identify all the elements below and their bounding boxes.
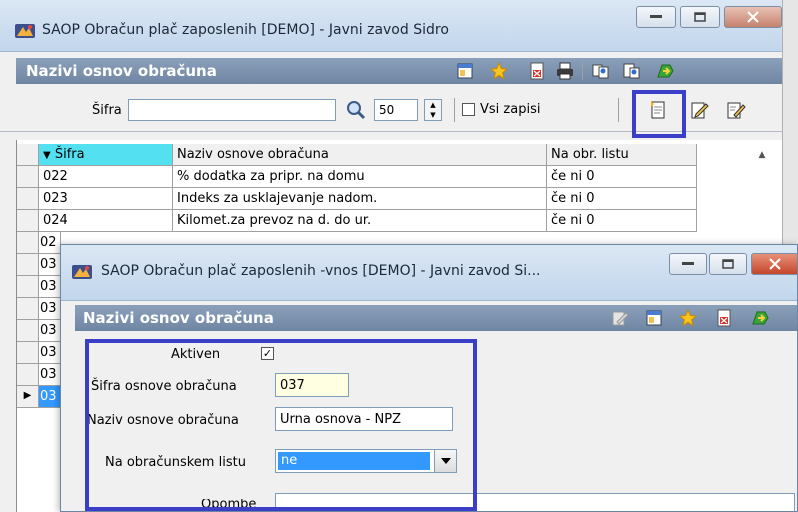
maximize-icon xyxy=(694,12,706,22)
edit-disabled-icon xyxy=(611,309,629,327)
table-row[interactable]: 03 xyxy=(17,320,61,342)
row-indicator xyxy=(17,298,39,320)
cell-on-sheet: če ni 0 xyxy=(547,166,697,188)
column-header-code[interactable]: ▼ Šifra xyxy=(39,144,173,166)
layout-icon[interactable] xyxy=(456,62,474,80)
cell-code: 03 xyxy=(39,342,61,364)
table-row[interactable]: 02 xyxy=(17,232,61,254)
new-record-highlight xyxy=(632,90,686,138)
table-row[interactable]: 03 xyxy=(17,254,61,276)
table-row[interactable]: 03 xyxy=(17,298,61,320)
cell-name: % dodatka za pripr. na domu xyxy=(173,166,547,188)
window-title: SAOP Obračun plač zaposlenih [DEMO] - Ja… xyxy=(42,22,449,38)
row-indicator xyxy=(17,364,39,386)
panel-title: Nazivi osnov obračuna xyxy=(26,62,217,80)
favorite-icon[interactable] xyxy=(490,62,508,80)
cell-code: 03 xyxy=(39,320,61,342)
row-indicator xyxy=(17,254,39,276)
cell-on-sheet: če ni 0 xyxy=(547,210,697,232)
scroll-up-icon[interactable]: ▲ xyxy=(741,144,783,166)
entry-dialog: SAOP Obračun plač zaposlenih -vnos [DEMO… xyxy=(60,244,798,512)
cell-on-sheet: če ni 0 xyxy=(547,188,697,210)
print-icon[interactable] xyxy=(556,62,574,80)
cell-name: Kilomet.za prevoz na d. do ur. xyxy=(173,210,547,232)
column-header-name[interactable]: Naziv osnove obračuna xyxy=(173,144,547,166)
cell-code: 03 xyxy=(39,364,61,386)
paste-record-icon[interactable] xyxy=(622,62,640,80)
toolbar-separator xyxy=(454,98,455,122)
cell-code: 022 xyxy=(39,166,173,188)
close-icon xyxy=(747,11,759,23)
app-icon xyxy=(14,22,36,40)
main-titlebar[interactable]: SAOP Obračun plač zaposlenih [DEMO] - Ja… xyxy=(0,0,798,52)
cell-code: 02 xyxy=(39,232,61,254)
all-records-label: Vsi zapisi xyxy=(480,102,541,117)
dialog-titlebar[interactable]: SAOP Obračun plač zaposlenih -vnos [DEMO… xyxy=(61,245,797,301)
maximize-button[interactable] xyxy=(680,6,720,28)
row-indicator xyxy=(17,320,39,342)
cell-code: 03 xyxy=(39,254,61,276)
row-indicator xyxy=(17,342,39,364)
cell-code: 03 xyxy=(39,386,61,408)
table-row[interactable]: 022 % dodatka za pripr. na domu če ni 0 xyxy=(17,166,783,188)
search-label: Šifra xyxy=(92,103,122,118)
dialog-close-button[interactable] xyxy=(751,253,797,275)
favorite-icon[interactable] xyxy=(679,309,697,327)
table-row[interactable]: 024 Kilomet.za prevoz na d. do ur. če ni… xyxy=(17,210,783,232)
page-size-stepper[interactable]: ▲ ▼ xyxy=(424,99,442,121)
cell-code: 024 xyxy=(39,210,173,232)
column-header-on-sheet[interactable]: Na obr. listu xyxy=(547,144,697,166)
exit-icon[interactable] xyxy=(751,309,769,327)
dialog-panel-title: Nazivi osnov obračuna xyxy=(83,309,274,327)
table-row[interactable]: 03 xyxy=(17,342,61,364)
search-icon[interactable] xyxy=(346,100,366,120)
maximize-icon xyxy=(722,259,734,269)
dialog-panel-header: Nazivi osnov obračuna xyxy=(75,305,797,331)
dialog-minimize-button[interactable] xyxy=(669,253,707,275)
cell-name: Indeks za usklajevanje nadom. xyxy=(173,188,547,210)
current-row-icon: ▶ xyxy=(17,386,39,408)
export-icon[interactable] xyxy=(715,309,733,327)
panel-header: Nazivi osnov obračuna xyxy=(16,58,782,84)
table-row-selected[interactable]: ▶ 03 xyxy=(17,386,61,408)
table-row[interactable]: 03 xyxy=(17,364,61,386)
close-button[interactable] xyxy=(724,6,782,28)
all-records-checkbox[interactable] xyxy=(462,103,475,116)
row-indicator-header xyxy=(17,144,39,166)
edit-record-icon[interactable] xyxy=(690,100,710,120)
edit-field-icon[interactable] xyxy=(726,100,746,120)
cell-code: 03 xyxy=(39,298,61,320)
table-row[interactable]: 023 Indeks za usklajevanje nadom. če ni … xyxy=(17,188,783,210)
row-indicator xyxy=(17,188,39,210)
page-size-input[interactable] xyxy=(374,99,418,121)
form-highlight xyxy=(85,339,477,511)
dialog-title: SAOP Obračun plač zaposlenih -vnos [DEMO… xyxy=(101,263,541,279)
row-indicator xyxy=(17,232,39,254)
row-indicator xyxy=(17,210,39,232)
row-indicator xyxy=(17,276,39,298)
dialog-maximize-button[interactable] xyxy=(709,253,747,275)
stepper-up-icon[interactable]: ▲ xyxy=(425,100,441,110)
dialog-app-icon xyxy=(71,263,93,281)
close-icon xyxy=(769,258,781,270)
search-input[interactable] xyxy=(128,99,336,121)
table-row[interactable]: 03 xyxy=(17,276,61,298)
sort-desc-icon: ▼ xyxy=(43,150,51,161)
cell-code: 023 xyxy=(39,188,173,210)
row-indicator xyxy=(17,166,39,188)
stepper-down-icon[interactable]: ▼ xyxy=(425,110,441,120)
exit-icon[interactable] xyxy=(656,62,674,80)
grid-header: ▼ Šifra Naziv osnove obračuna Na obr. li… xyxy=(17,144,783,166)
minimize-icon xyxy=(650,15,662,18)
minimize-icon xyxy=(682,262,694,265)
export-icon[interactable] xyxy=(528,62,546,80)
toolbar-separator xyxy=(582,62,583,80)
cell-code: 03 xyxy=(39,276,61,298)
copy-record-icon[interactable] xyxy=(592,62,610,80)
minimize-button[interactable] xyxy=(636,6,676,28)
layout-icon[interactable] xyxy=(645,309,663,327)
toolbar-separator xyxy=(618,98,619,122)
